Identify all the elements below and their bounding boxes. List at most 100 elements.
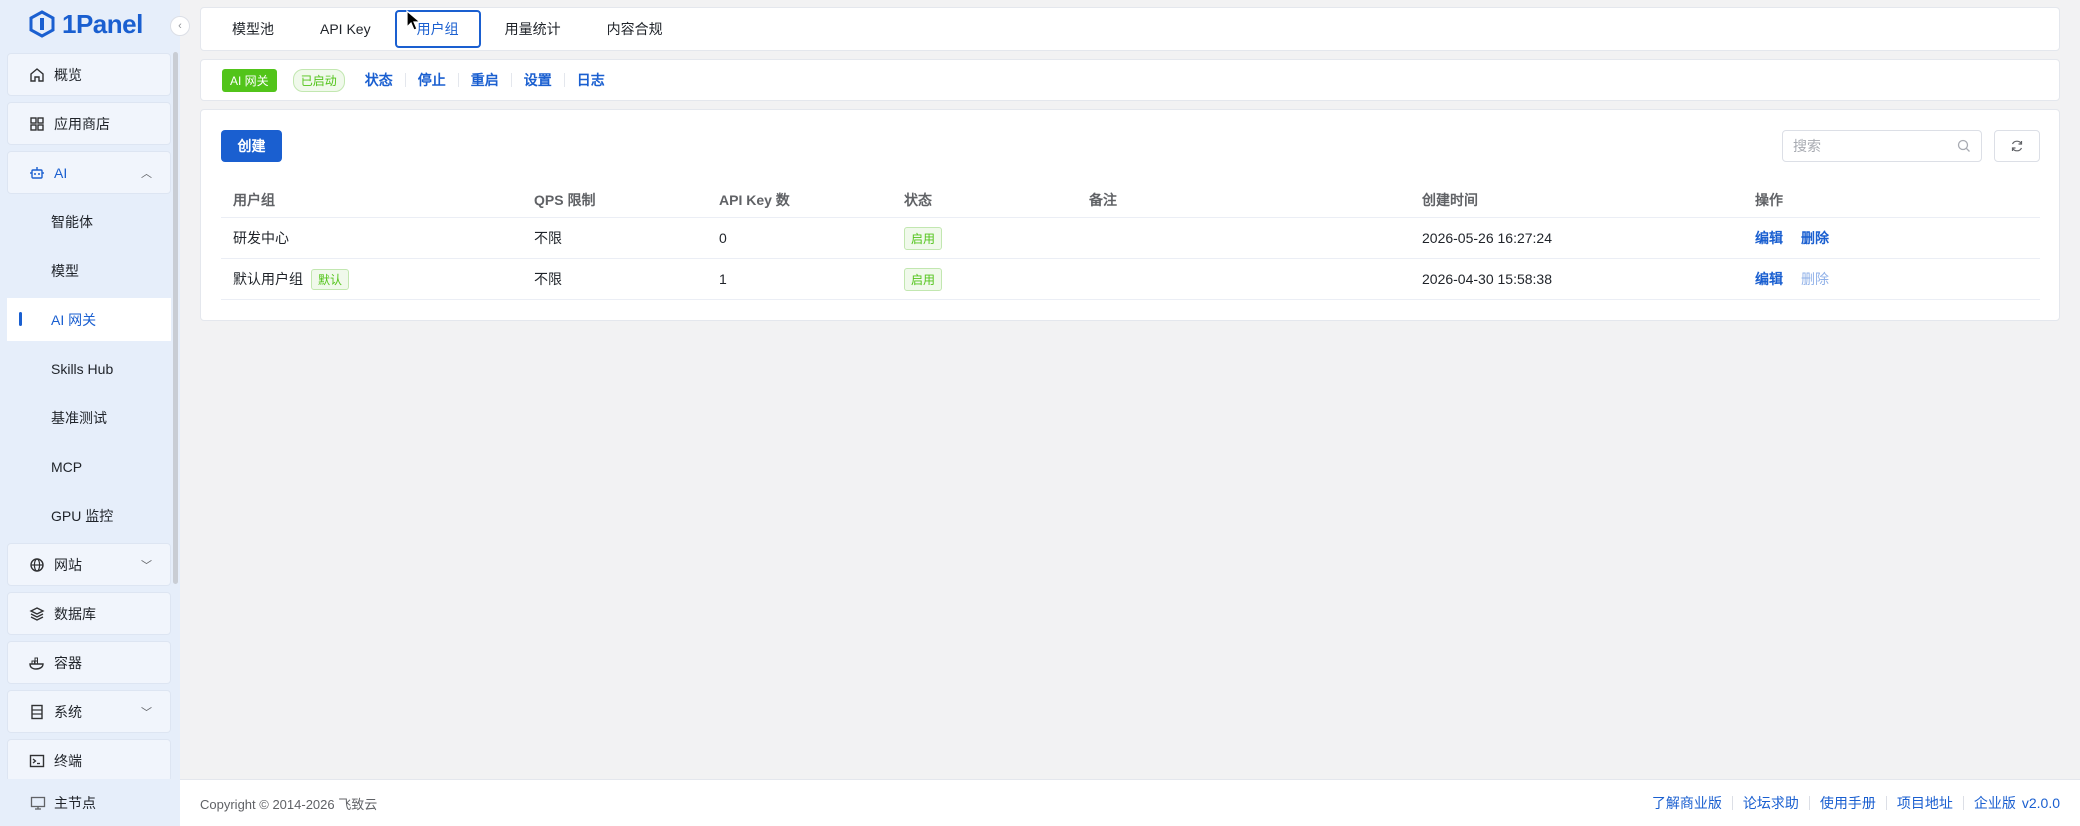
forum-link[interactable]: 论坛求助 — [1733, 796, 1810, 810]
container-icon — [28, 654, 46, 672]
sidebar-item-container[interactable]: 容器 — [7, 641, 171, 684]
edition-link[interactable]: 企业版 — [1964, 796, 2022, 810]
column-header: 状态 — [904, 191, 932, 208]
user-group-card: 创建 用户组 QPS 限制 API Key 数 状态 备注 创建时间 操作 研发… — [200, 109, 2060, 321]
api-key-count: 0 — [719, 230, 727, 246]
user-group-table: 用户组 QPS 限制 API Key 数 状态 备注 创建时间 操作 研发中心 … — [221, 182, 2040, 300]
tab-api-key[interactable]: API Key — [298, 10, 393, 48]
server-icon — [28, 703, 46, 721]
collapse-sidebar-button[interactable]: ‹ — [170, 16, 190, 36]
manual-link[interactable]: 使用手册 — [1810, 796, 1887, 810]
api-key-count: 1 — [719, 271, 727, 287]
sidebar-item-label: 概览 — [54, 66, 82, 83]
sidebar-item-system[interactable]: 系统 ﹀ — [7, 690, 171, 733]
table-header: 用户组 QPS 限制 API Key 数 状态 备注 创建时间 操作 — [221, 182, 2040, 218]
terminal-icon — [28, 752, 46, 770]
globe-icon — [28, 556, 46, 574]
column-header: 备注 — [1089, 191, 1117, 208]
sidebar-item-label: 终端 — [54, 752, 82, 769]
column-header: QPS 限制 — [534, 191, 596, 208]
sidebar-item-website[interactable]: 网站 ﹀ — [7, 543, 171, 586]
sidebar-item-overview[interactable]: 概览 — [7, 53, 171, 96]
robot-icon — [28, 164, 46, 182]
sidebar-item-benchmark[interactable]: 基准测试 — [7, 396, 171, 439]
database-icon — [28, 605, 46, 623]
copyright-text: Copyright © 2014-2026 飞致云 — [200, 796, 378, 812]
qps-limit: 不限 — [534, 230, 562, 246]
sidebar-item-skills-hub[interactable]: Skills Hub — [7, 347, 171, 390]
search-input[interactable] — [1793, 138, 1943, 154]
sidebar-item-ai[interactable]: AI ︿ — [7, 151, 171, 194]
app-status-bar: AI 网关 已启动 状态 停止 重启 设置 日志 — [200, 59, 2060, 101]
sidebar-item-database[interactable]: 数据库 — [7, 592, 171, 635]
project-link[interactable]: 项目地址 — [1887, 796, 1964, 810]
column-header: 操作 — [1755, 191, 1783, 208]
commercial-link[interactable]: 了解商业版 — [1642, 796, 1733, 810]
column-header: API Key 数 — [719, 191, 790, 208]
sidebar-item-label: 系统 — [54, 703, 82, 720]
stop-link[interactable]: 停止 — [406, 73, 459, 87]
page-footer: Copyright © 2014-2026 飞致云 了解商业版 论坛求助 使用手… — [180, 779, 2080, 826]
chevron-left-icon: ‹ — [178, 20, 182, 32]
group-name: 研发中心 — [233, 230, 289, 246]
sidebar-item-gpu-monitor[interactable]: GPU 监控 — [7, 494, 171, 537]
sidebar-item-app-store[interactable]: 应用商店 — [7, 102, 171, 145]
sidebar-scrollbar[interactable] — [173, 52, 178, 584]
sidebar-item-label: AI 网关 — [51, 311, 97, 328]
node-label: 主节点 — [54, 794, 96, 811]
version-label: v2.0.0 — [2021, 795, 2060, 811]
brand-logo[interactable]: 1Panel — [28, 6, 143, 42]
edit-button[interactable]: 编辑 — [1755, 228, 1783, 248]
create-button[interactable]: 创建 — [221, 130, 282, 162]
restart-link[interactable]: 重启 — [459, 73, 512, 87]
sidebar-item-label: MCP — [51, 458, 83, 475]
sidebar-item-mcp[interactable]: MCP — [7, 445, 171, 488]
logo-icon — [29, 10, 55, 38]
sidebar-item-label: 基准测试 — [51, 409, 107, 426]
qps-limit: 不限 — [534, 271, 562, 287]
chevron-down-icon: ﹀ — [141, 560, 152, 572]
sidebar-item-label: 智能体 — [51, 213, 93, 230]
tab-usage-stats[interactable]: 用量统计 — [483, 10, 583, 48]
delete-button: 删除 — [1801, 271, 1829, 287]
status-badge: 启用 — [904, 226, 943, 250]
brand-name: 1Panel — [62, 8, 143, 39]
chevron-up-icon: ︿ — [141, 168, 152, 180]
sidebar-item-label: GPU 监控 — [51, 507, 114, 524]
edit-button[interactable]: 编辑 — [1755, 269, 1783, 289]
tab-bar: 模型池 API Key 用户组 用量统计 内容合规 — [200, 7, 2060, 51]
sidebar-item-label: AI — [54, 164, 68, 181]
delete-button[interactable]: 删除 — [1801, 228, 1829, 248]
home-icon — [28, 66, 46, 84]
refresh-icon — [2011, 140, 2023, 152]
created-time: 2026-05-26 16:27:24 — [1422, 230, 1552, 246]
sidebar-item-terminal[interactable]: 终端 — [7, 739, 171, 782]
footer-links: 了解商业版 论坛求助 使用手册 项目地址 企业版 v2.0.0 — [1642, 795, 2060, 811]
status-badge: 已启动 — [292, 68, 345, 92]
refresh-button[interactable] — [1994, 130, 2040, 162]
sidebar-item-models[interactable]: 模型 — [7, 249, 171, 292]
chevron-down-icon: ﹀ — [141, 707, 152, 719]
mouse-cursor-icon — [406, 10, 422, 31]
node-switcher[interactable]: 主节点 — [0, 779, 180, 826]
column-header: 创建时间 — [1422, 191, 1478, 208]
status-link[interactable]: 状态 — [365, 73, 406, 87]
search-box — [1782, 130, 1982, 162]
status-badge: 启用 — [904, 267, 943, 291]
app-name-tag: AI 网关 — [222, 68, 277, 92]
logs-link[interactable]: 日志 — [565, 73, 617, 87]
sidebar: 1Panel ‹ 概览 应用商店 AI ︿ 智能体 模型 AI 网关 Skill… — [0, 0, 190, 826]
group-name: 默认用户组 — [233, 271, 303, 287]
default-badge: 默认 — [311, 268, 350, 290]
sidebar-item-ai-gateway[interactable]: AI 网关 — [7, 298, 171, 341]
search-icon[interactable] — [1957, 139, 1971, 153]
sidebar-item-label: 网站 — [54, 556, 82, 573]
sidebar-item-label: 应用商店 — [54, 115, 110, 132]
sidebar-item-agents[interactable]: 智能体 — [7, 200, 171, 243]
tab-content-compliance[interactable]: 内容合规 — [585, 10, 685, 48]
sidebar-item-label: 模型 — [51, 262, 79, 279]
sidebar-menu: 概览 应用商店 AI ︿ 智能体 模型 AI 网关 Skills Hub 基准测… — [7, 53, 171, 788]
settings-link[interactable]: 设置 — [512, 73, 565, 87]
sidebar-item-label: 容器 — [54, 654, 82, 671]
tab-model-pool[interactable]: 模型池 — [210, 10, 296, 48]
